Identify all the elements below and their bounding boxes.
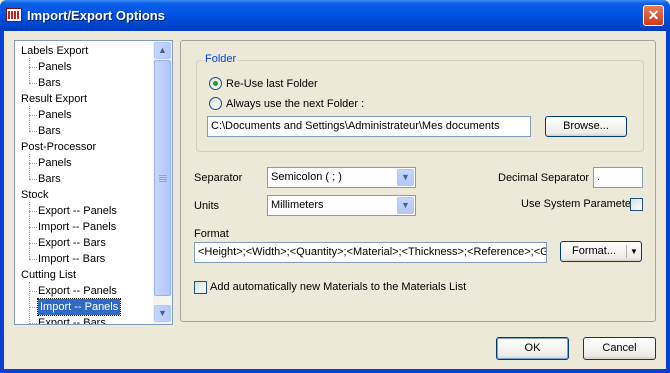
tree-connector — [29, 58, 30, 83]
tree-connector — [29, 243, 37, 244]
ok-button[interactable]: OK — [496, 337, 569, 360]
tree-connector — [29, 259, 37, 260]
format-button[interactable]: Format... ▼ — [560, 241, 642, 262]
tree-item[interactable]: Import -- Bars — [38, 251, 105, 267]
units-select[interactable]: Millimeters ▼ — [267, 195, 416, 216]
tree-connector — [29, 282, 30, 324]
import-export-dialog: Import/Export Options ✕ Labels Export Pan… — [0, 0, 670, 373]
title-bar[interactable]: Import/Export Options ✕ — [0, 0, 670, 31]
system-parameter-label[interactable]: Use System Parameter — [521, 197, 635, 211]
folder-path-field[interactable]: C:\Documents and Settings\Administrateur… — [207, 116, 531, 137]
close-button[interactable]: ✕ — [643, 5, 664, 26]
tree-item[interactable]: Export -- Bars — [38, 235, 106, 251]
tree-category[interactable]: Post-Processor — [21, 139, 96, 155]
folder-group-label: Folder — [203, 53, 239, 65]
dropdown-arrow-icon[interactable]: ▼ — [630, 242, 638, 261]
separator-label: Separator — [194, 172, 243, 184]
tree-item[interactable]: Bars — [38, 171, 61, 187]
tree-category[interactable]: Result Export — [21, 91, 87, 107]
decimal-separator-field[interactable]: . — [593, 167, 643, 188]
grip-line — [159, 175, 167, 176]
window-title: Import/Export Options — [27, 8, 165, 23]
tree-connector — [29, 83, 37, 84]
separator-select[interactable]: Semicolon ( ; ) ▼ — [267, 167, 416, 188]
settings-panel: Folder Re-Use last Folder Always use the… — [180, 40, 656, 322]
separator-value: Semicolon ( ; ) — [271, 171, 342, 183]
tree-item[interactable]: Export -- Panels — [38, 203, 117, 219]
tree-connector — [29, 131, 37, 132]
arrow-down-icon[interactable]: ▼ — [154, 305, 171, 322]
grip-line — [159, 177, 167, 178]
format-button-label: Format... — [572, 245, 617, 257]
tree-item[interactable]: Panels — [38, 107, 72, 123]
dialog-body: Labels Export Panels Bars Result Export Pane… — [4, 31, 666, 369]
tree-item[interactable]: Import -- Panels — [38, 219, 116, 235]
format-label: Format — [194, 228, 229, 240]
tree-connector — [29, 227, 37, 228]
tree-connector — [29, 211, 37, 212]
reuse-folder-label[interactable]: Re-Use last Folder — [226, 77, 318, 91]
add-materials-label[interactable]: Add automatically new Materials to the M… — [210, 280, 466, 294]
tree-connector — [29, 115, 37, 116]
tree-connector — [29, 179, 37, 180]
tree-item[interactable]: Panels — [38, 155, 72, 171]
reuse-folder-radio[interactable] — [209, 77, 222, 90]
tree-category[interactable]: Stock — [21, 187, 49, 203]
tree-item[interactable]: Export -- Panels — [38, 283, 117, 299]
browse-button[interactable]: Browse... — [545, 116, 627, 137]
units-label: Units — [194, 200, 220, 212]
tree-connector — [29, 291, 37, 292]
tree-category[interactable]: Labels Export — [21, 43, 88, 59]
arrow-up-icon[interactable]: ▲ — [154, 42, 171, 59]
split-divider — [626, 245, 627, 258]
tree-item[interactable]: Bars — [38, 123, 61, 139]
cancel-button[interactable]: Cancel — [583, 337, 656, 360]
system-parameter-checkbox[interactable] — [630, 198, 643, 211]
tree-scrollbar[interactable]: ▲ ▼ — [153, 41, 172, 324]
tree-item[interactable]: Import -- Panels — [36, 298, 122, 316]
always-folder-radio[interactable] — [209, 97, 222, 110]
chevron-down-icon[interactable]: ▼ — [397, 197, 414, 214]
tree-items: Labels Export Panels Bars Result Export Pane… — [15, 41, 153, 324]
grip-line — [159, 179, 167, 180]
decimal-separator-label: Decimal Separator — [498, 172, 590, 184]
scroll-thumb[interactable] — [154, 60, 171, 296]
chevron-down-icon[interactable]: ▼ — [397, 169, 414, 186]
tree-connector — [29, 154, 30, 179]
units-value: Millimeters — [271, 199, 324, 211]
tree-connector — [29, 67, 37, 68]
tree-connector — [29, 106, 30, 131]
format-field[interactable]: <Height>;<Width>;<Quantity>;<Material>;<… — [194, 242, 547, 263]
app-icon — [6, 8, 22, 22]
tree-category[interactable]: Cutting List — [21, 267, 76, 283]
grip-line — [159, 181, 167, 182]
tree-connector — [29, 163, 37, 164]
tree-item[interactable]: Export -- Bars — [38, 315, 106, 324]
always-folder-label[interactable]: Always use the next Folder : — [226, 97, 364, 111]
tree-connector — [29, 323, 37, 324]
options-tree[interactable]: Labels Export Panels Bars Result Export Pane… — [14, 40, 173, 325]
tree-item[interactable]: Panels — [38, 59, 72, 75]
add-materials-checkbox[interactable] — [194, 281, 207, 294]
tree-connector — [29, 307, 37, 308]
tree-item[interactable]: Bars — [38, 75, 61, 91]
tree-connector — [29, 202, 30, 259]
